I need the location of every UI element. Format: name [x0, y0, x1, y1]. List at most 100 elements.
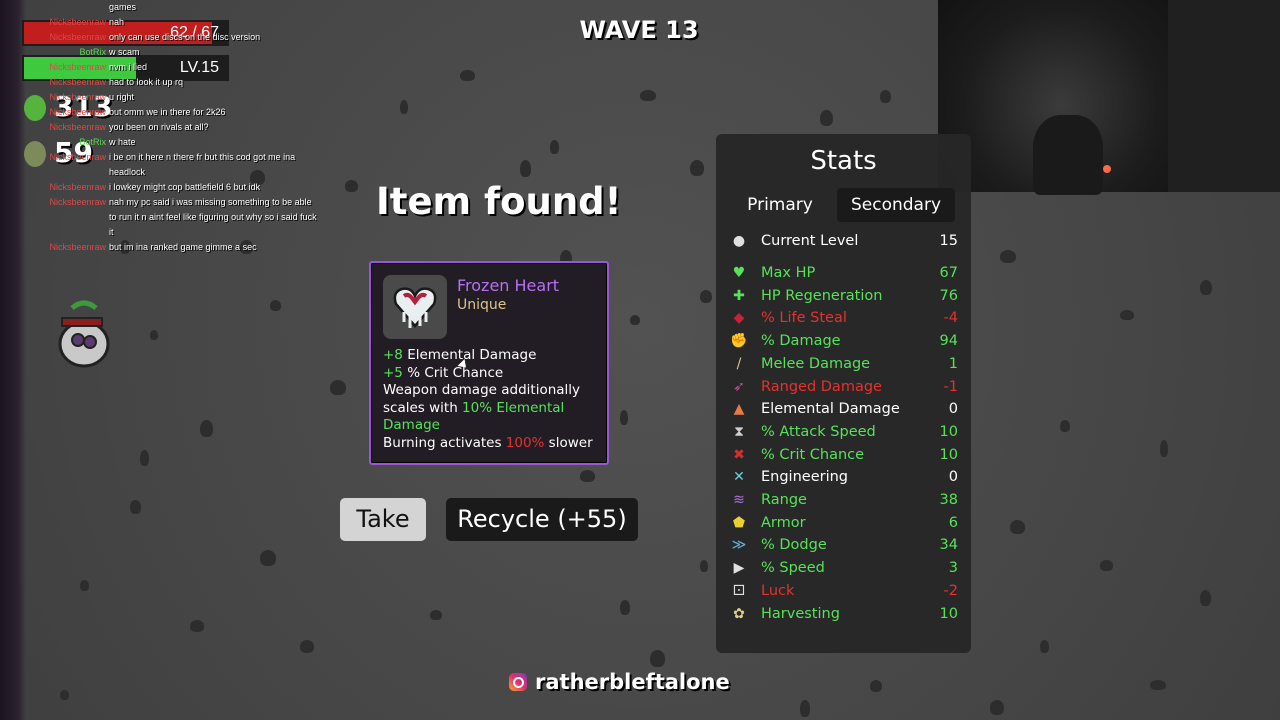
chat-text: you been on rivals at all? — [109, 122, 209, 132]
stat-row: ✊ % Damage 94 — [730, 330, 958, 352]
chat-message: Nicksbeenraw nah my pc said i was missing… — [40, 195, 320, 240]
stone — [1060, 420, 1070, 432]
stat-value: 15 — [939, 233, 958, 249]
stone — [140, 450, 149, 466]
melee-damage-icon: / — [736, 355, 742, 372]
stat-value: 76 — [939, 287, 958, 304]
stone — [1120, 310, 1134, 320]
stat-label: % Crit Chance — [761, 446, 865, 463]
chat-username: Nicksbeenraw — [49, 152, 106, 162]
recycle-button[interactable]: Recycle (+55) — [446, 498, 638, 541]
stat-row: ♥ Max HP 67 — [730, 262, 958, 284]
chat-text: w scam — [109, 47, 140, 57]
stone — [345, 180, 358, 192]
item-name: Frozen Heart — [457, 276, 560, 295]
stone — [200, 420, 213, 437]
stone — [60, 690, 69, 700]
stat-value: 0 — [948, 401, 958, 418]
stat-value: -4 — [943, 310, 958, 327]
tab-secondary[interactable]: Secondary — [837, 188, 955, 222]
frozen-heart-icon — [393, 287, 437, 328]
stat-value: 38 — [939, 492, 958, 508]
chat-username: Nicksbeenraw — [49, 77, 106, 87]
stone — [520, 160, 531, 177]
stone — [630, 315, 640, 325]
stone — [80, 580, 89, 591]
stat-row: ● Current Level 15 — [730, 230, 958, 252]
stat-label: % Dodge — [761, 537, 827, 554]
stat-row: ✚ HP Regeneration 76 — [730, 285, 958, 307]
stone — [640, 90, 656, 101]
armor-icon: ⬟ — [732, 514, 746, 531]
player-character — [58, 300, 110, 368]
stat-row: ⬟ Armor 6 — [730, 512, 958, 534]
chat-message: Nicksbeenraw i lowkey might cop battlefie… — [40, 180, 320, 195]
stat-value: 34 — [939, 537, 958, 554]
instagram-icon — [509, 673, 527, 691]
item-stat-line: +5 % Crit Chance — [383, 364, 504, 381]
chat-username: Nicksbeenraw — [49, 182, 106, 192]
chat-username: Nicksbeenraw — [49, 197, 106, 207]
chat-message: BotRix w hate — [40, 135, 320, 150]
stat-row: ⚀ Luck -2 — [730, 580, 958, 602]
chat-username: Nicksbeenraw — [49, 107, 106, 117]
chat-text: but im ina ranked game gimme a sec — [109, 242, 257, 252]
max-hp-icon: ♥ — [732, 265, 746, 281]
stat-label: Elemental Damage — [761, 401, 900, 418]
chat-text: w hate — [109, 137, 136, 147]
chat-text: but omm we in there for 2k26 — [109, 107, 226, 117]
item-found-title: Item found! — [376, 180, 622, 223]
current-level-icon: ● — [732, 233, 746, 249]
stat-label: Range — [761, 492, 807, 508]
stone — [1160, 440, 1168, 457]
stat-value: -1 — [943, 378, 958, 395]
engineering-icon: ✕ — [733, 469, 745, 486]
stone — [700, 560, 708, 572]
tab-primary[interactable]: Primary — [734, 188, 826, 222]
stat-label: Armor — [761, 514, 806, 531]
chat-text: had to look it up rq — [109, 77, 184, 87]
wave-label: WAVE 13 — [579, 16, 699, 44]
arena-left-edge — [0, 0, 26, 720]
chat-username: Nicksbeenraw — [49, 122, 106, 132]
stone — [150, 330, 158, 340]
range-icon: ≋ — [733, 492, 745, 508]
stone — [870, 680, 882, 692]
stone — [1150, 680, 1166, 690]
stone — [270, 300, 281, 311]
take-button[interactable]: Take — [340, 498, 426, 541]
stone — [130, 500, 141, 514]
stat-label: % Attack Speed — [761, 423, 876, 440]
chat-username: Nicksbeenraw — [49, 62, 106, 72]
life-steal-icon: ◆ — [733, 310, 745, 327]
stone — [190, 620, 204, 632]
item-icon-box — [383, 275, 447, 339]
stone — [690, 160, 704, 176]
chat-username: BotRix — [79, 47, 106, 57]
stats-panel: Stats Primary Secondary ● Current Level 15… — [716, 134, 971, 653]
stat-row: ◆ % Life Steal -4 — [730, 307, 958, 329]
stat-value: 67 — [939, 265, 958, 281]
stat-label: Current Level — [761, 233, 859, 249]
chat-text: u right — [109, 92, 135, 102]
stat-row: ⧗ % Attack Speed 10 — [730, 421, 958, 443]
stone — [260, 550, 276, 566]
chat-message: Nicksbeenraw u right — [40, 90, 320, 105]
stone — [1100, 560, 1113, 571]
stat-label: Melee Damage — [761, 355, 871, 372]
stone — [880, 90, 891, 103]
chat-text: nah my pc said i was missing something t… — [109, 197, 317, 237]
stat-label: Ranged Damage — [761, 378, 882, 395]
chat-message: BotRix w scam — [40, 45, 320, 60]
stone — [650, 650, 665, 667]
hp-regen-icon: ✚ — [733, 287, 745, 304]
chat-username: Nicksbeenraw — [49, 92, 106, 102]
stat-label: Engineering — [761, 469, 848, 486]
crit-chance-icon: ✖ — [733, 446, 745, 463]
stone — [460, 70, 475, 81]
stat-value: 10 — [939, 446, 958, 463]
stone — [1200, 590, 1211, 606]
chat-message: games — [40, 0, 320, 15]
stone — [620, 410, 628, 425]
item-stat-line: +8 Elemental Damage — [383, 347, 537, 363]
